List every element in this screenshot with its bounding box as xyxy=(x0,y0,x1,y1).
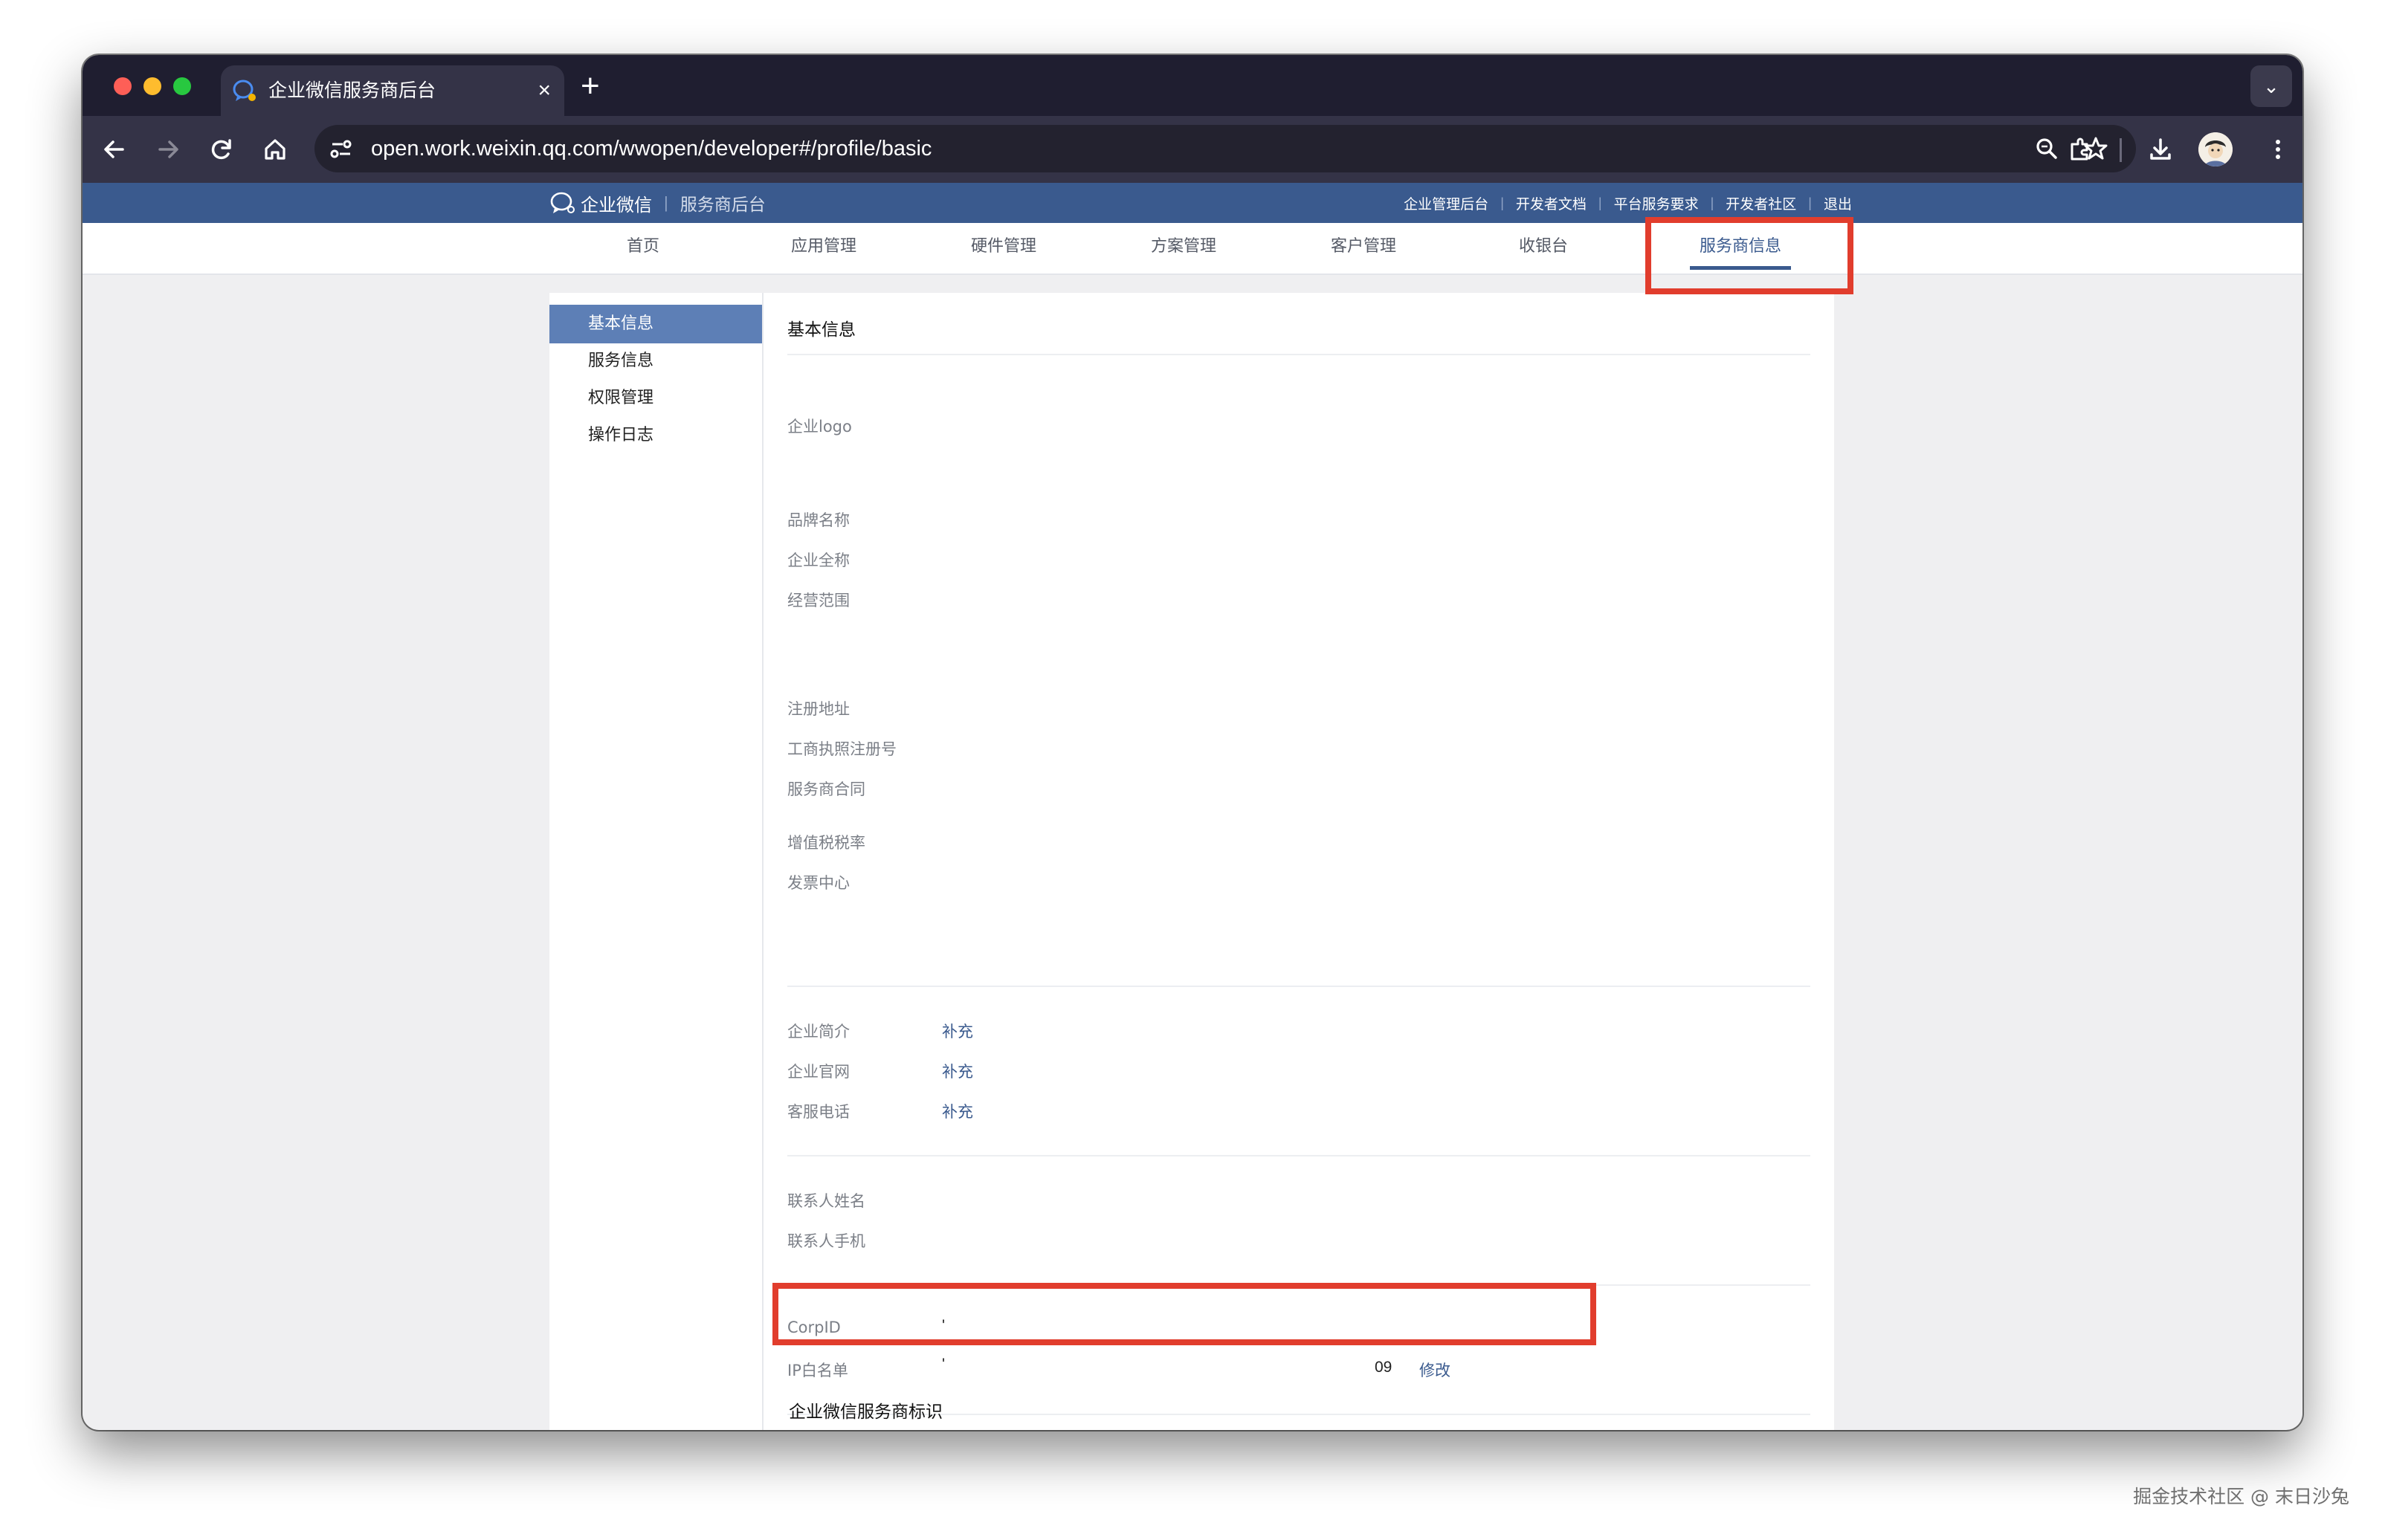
highlight-ip-whitelist xyxy=(772,1283,1596,1345)
registered-address-label: 注册地址 xyxy=(787,700,850,718)
content-card: 基本信息 服务信息 权限管理 操作日志 基本信息 企业logo 品牌名称 企业全… xyxy=(549,293,1834,1430)
sidebar-item-service-info[interactable]: 服务信息 xyxy=(549,342,762,381)
more-menu-icon[interactable] xyxy=(2261,132,2295,166)
business-scope-label: 经营范围 xyxy=(787,592,850,609)
sidebar-item-permissions[interactable]: 权限管理 xyxy=(549,379,762,418)
wecom-favicon-icon xyxy=(233,80,256,101)
tab-search-button[interactable]: ⌄ xyxy=(2250,65,2292,107)
forward-icon[interactable] xyxy=(151,132,185,166)
company-intro-label: 企业简介 xyxy=(787,1023,850,1041)
avatar-face-icon xyxy=(2198,132,2233,166)
wecom-logo-icon xyxy=(550,192,575,213)
developer-community-link[interactable]: 开发者社区 xyxy=(1726,193,1796,213)
developer-docs-link[interactable]: 开发者文档 xyxy=(1516,193,1587,213)
admin-console-link[interactable]: 企业管理后台 xyxy=(1404,193,1488,213)
browser-window: 企业微信服务商后台 × + ⌄ open.work.weixin.qq.com/… xyxy=(83,55,2302,1430)
link-separator: | xyxy=(1710,195,1714,210)
logo-subtitle: 服务商后台 xyxy=(680,195,766,215)
address-bar[interactable]: open.work.weixin.qq.com/wwopen/developer… xyxy=(314,125,2136,172)
site-header: 企业微信 | 服务商后台 企业管理后台 | 开发者文档 | 平台服务要求 | 开… xyxy=(83,183,2302,223)
brand-name-label: 品牌名称 xyxy=(787,511,850,529)
browser-tab[interactable]: 企业微信服务商后台 × xyxy=(221,65,564,116)
new-tab-button[interactable]: + xyxy=(581,64,600,109)
ip-whitelist-value-end: 09 xyxy=(1375,1359,1392,1376)
contact-phone-label: 联系人手机 xyxy=(787,1232,865,1250)
support-phone-supplement-link[interactable]: 补充 xyxy=(942,1100,973,1122)
sidebar-item-operation-log[interactable]: 操作日志 xyxy=(549,416,762,455)
extensions-icon[interactable] xyxy=(2063,132,2097,166)
minimize-window-button[interactable] xyxy=(143,77,161,95)
main-content: 基本信息 企业logo 品牌名称 企业全称 经营范围 注册地址 工商执照注册号 … xyxy=(762,293,1834,1430)
ip-whitelist-value-start: ' xyxy=(942,1356,946,1373)
browser-toolbar: open.work.weixin.qq.com/wwopen/developer… xyxy=(83,116,2302,183)
nav-solution-management[interactable]: 方案管理 xyxy=(1109,223,1258,274)
reload-icon[interactable] xyxy=(204,132,239,166)
company-website-label: 企业官网 xyxy=(787,1063,850,1081)
tab-strip: 企业微信服务商后台 × + ⌄ xyxy=(83,55,2302,116)
company-website-supplement-link[interactable]: 补充 xyxy=(942,1060,973,1082)
company-intro-supplement-link[interactable]: 补充 xyxy=(942,1020,973,1042)
wecom-provider-identity-title: 企业微信服务商标识 xyxy=(789,1402,943,1422)
back-icon[interactable] xyxy=(97,132,132,166)
support-phone-label: 客服电话 xyxy=(787,1103,850,1121)
highlight-provider-info-tab xyxy=(1645,217,1853,294)
site-settings-icon[interactable] xyxy=(326,134,356,164)
link-separator: | xyxy=(1598,195,1602,210)
vat-rate-label: 增值税税率 xyxy=(787,834,865,852)
contact-name-label: 联系人姓名 xyxy=(787,1192,865,1210)
logout-link[interactable]: 退出 xyxy=(1824,193,1852,213)
page-title: 基本信息 xyxy=(787,320,856,340)
sidebar-item-basic-info[interactable]: 基本信息 xyxy=(549,305,762,343)
nav-hardware-management[interactable]: 硬件管理 xyxy=(929,223,1078,274)
nav-checkout[interactable]: 收银台 xyxy=(1469,223,1618,274)
main-nav: 首页 应用管理 硬件管理 方案管理 客户管理 收银台 服务商信息 xyxy=(83,223,2302,275)
provider-contract-label: 服务商合同 xyxy=(787,780,865,798)
link-separator: | xyxy=(1808,195,1812,210)
divider xyxy=(787,986,1810,987)
tab-title: 企业微信服务商后台 xyxy=(268,80,436,101)
logo-text: 企业微信 xyxy=(581,194,652,216)
tab-close-icon[interactable]: × xyxy=(538,65,551,116)
link-separator: | xyxy=(1500,195,1504,210)
divider xyxy=(787,1155,1810,1156)
home-icon[interactable] xyxy=(258,132,292,166)
service-requirements-link[interactable]: 平台服务要求 xyxy=(1614,193,1699,213)
close-window-button[interactable] xyxy=(114,77,132,95)
company-logo-label: 企业logo xyxy=(787,418,852,436)
zoom-icon[interactable] xyxy=(2030,132,2063,165)
url-text[interactable]: open.work.weixin.qq.com/wwopen/developer… xyxy=(371,125,932,172)
divider xyxy=(787,354,1810,355)
watermark: 掘金技术社区 @ 末日沙兔 xyxy=(2133,1486,2349,1507)
maximize-window-button[interactable] xyxy=(173,77,191,95)
nav-home[interactable]: 首页 xyxy=(569,223,717,274)
download-icon[interactable] xyxy=(2143,132,2178,166)
business-license-label: 工商执照注册号 xyxy=(787,740,897,758)
company-name-label: 企业全称 xyxy=(787,551,850,569)
nav-app-management[interactable]: 应用管理 xyxy=(749,223,898,274)
nav-customer-management[interactable]: 客户管理 xyxy=(1289,223,1438,274)
ip-whitelist-edit-link[interactable]: 修改 xyxy=(1419,1359,1450,1381)
profile-avatar[interactable] xyxy=(2198,132,2233,166)
brand-logo[interactable]: 企业微信 | 服务商后台 xyxy=(549,183,766,223)
ip-whitelist-label: IP白名单 xyxy=(787,1362,848,1379)
logo-separator: | xyxy=(664,193,668,212)
invoice-center-label: 发票中心 xyxy=(787,874,850,892)
toolbar-divider xyxy=(2120,138,2122,162)
